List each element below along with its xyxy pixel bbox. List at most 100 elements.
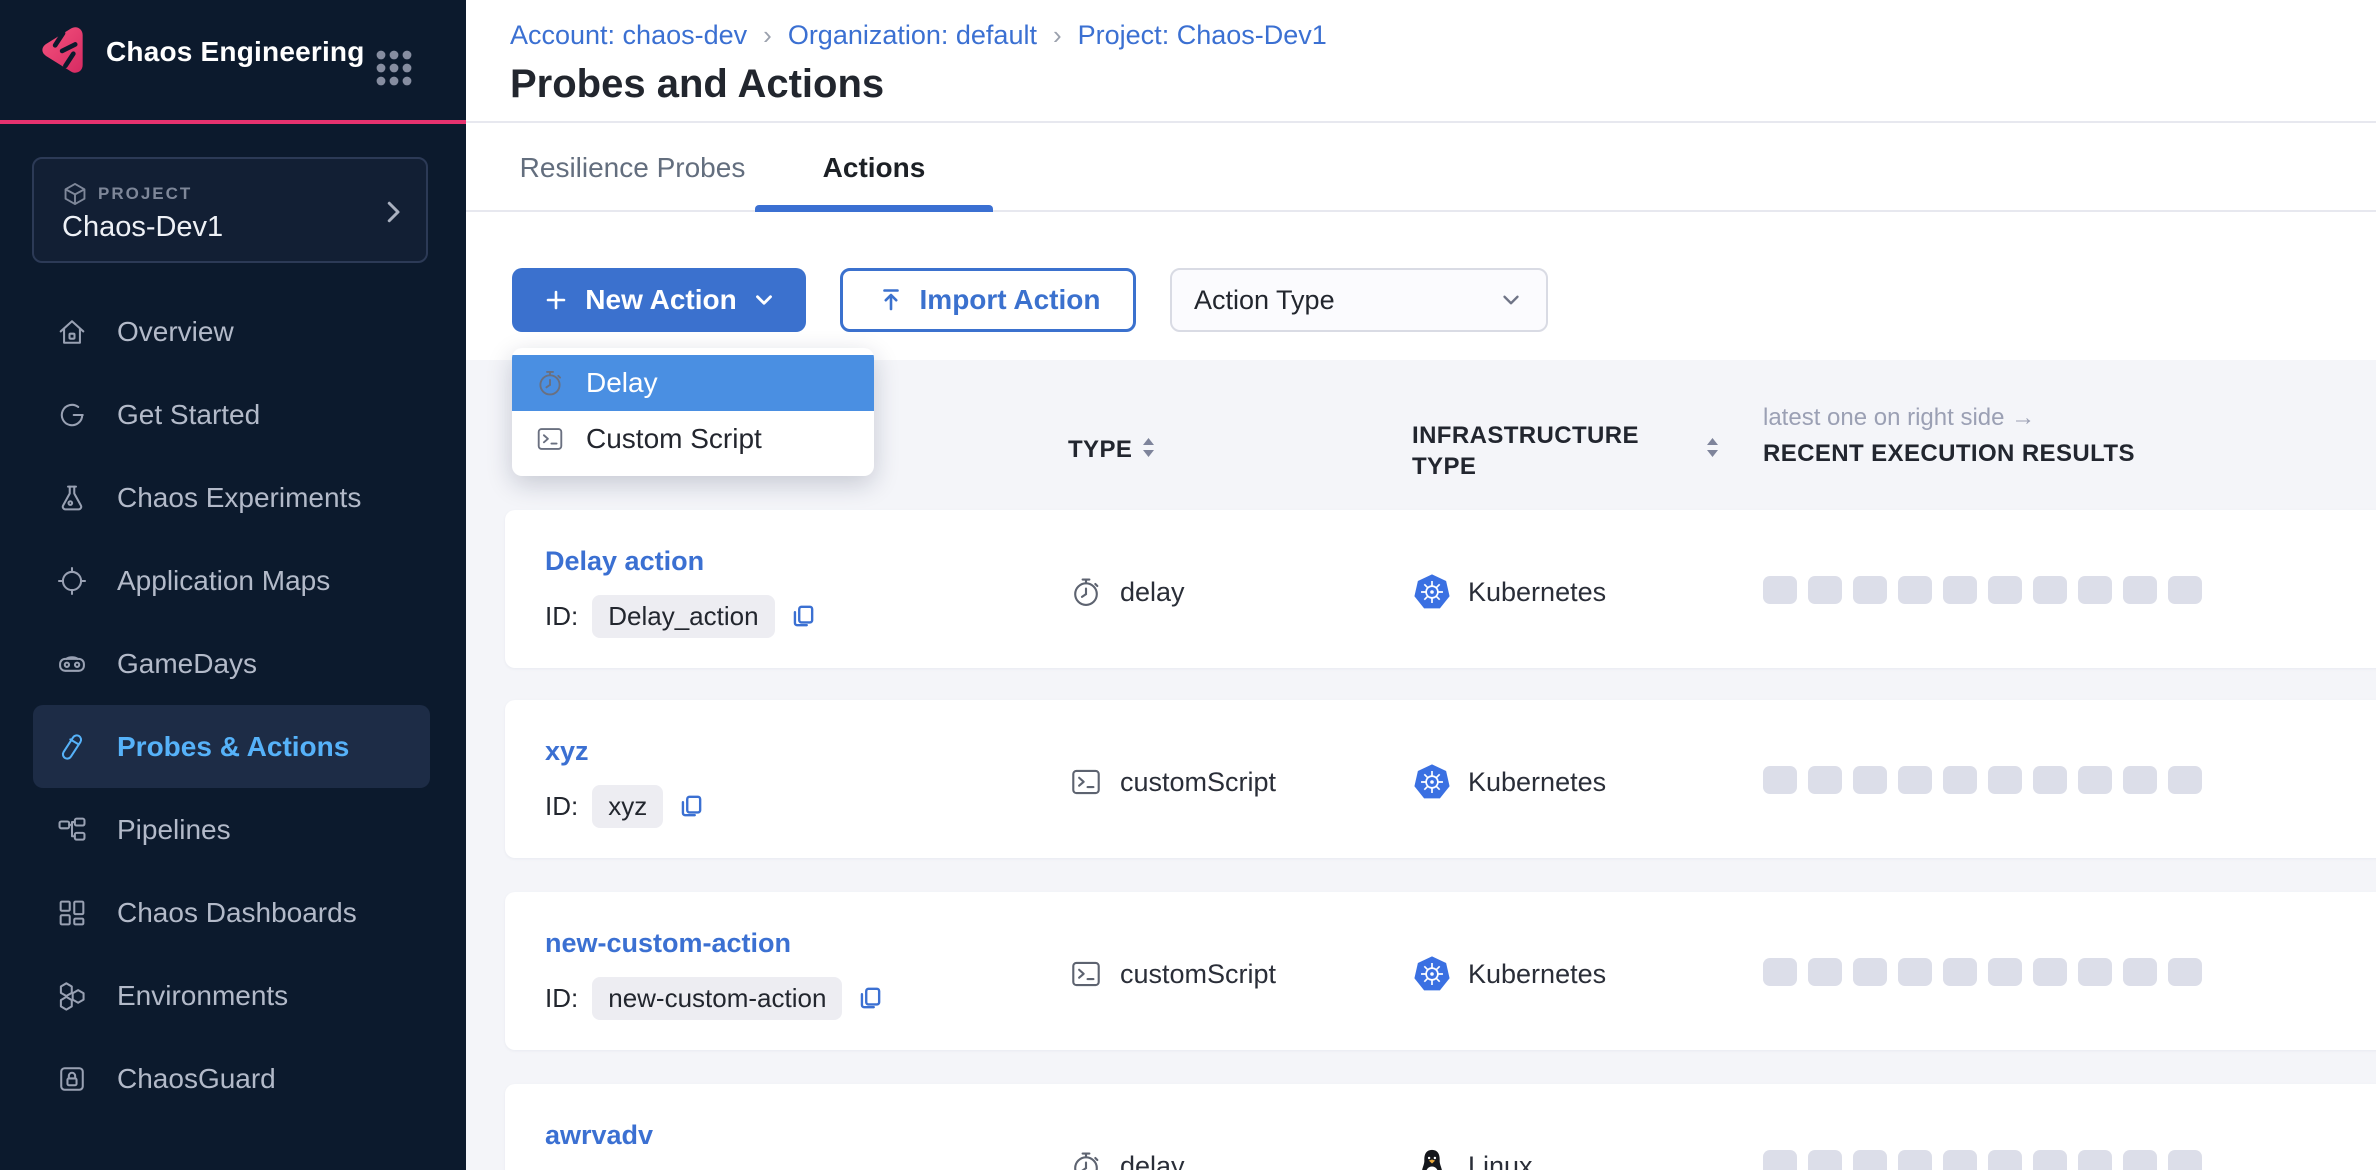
app-window: Chaos Engineering PROJECT Chaos-Dev1 (0, 0, 2376, 1170)
sidebar-item-chaos-experiments[interactable]: Chaos Experiments (33, 456, 430, 539)
chaos-logo-icon[interactable] (36, 22, 92, 78)
sidebar-item-probes-actions[interactable]: Probes & Actions (33, 705, 430, 788)
import-action-label: Import Action (920, 284, 1101, 316)
tab-resilience-probes[interactable]: Resilience Probes (510, 125, 755, 210)
type-cell: delay (1068, 570, 1185, 614)
test-tube-icon (55, 730, 89, 764)
sidebar-item-gamedays[interactable]: GameDays (33, 622, 430, 705)
gamepad-icon (55, 647, 89, 681)
sidebar-item-environments[interactable]: Environments (33, 954, 430, 1037)
dashboards-icon (55, 896, 89, 930)
sidebar-header: Chaos Engineering (0, 0, 466, 120)
page-header: Account: chaos-dev›Organization: default… (466, 0, 2376, 123)
action-id-value: new-custom-action (592, 977, 842, 1020)
action-name-link[interactable]: Delay action (545, 546, 704, 577)
sidebar-item-label: Chaos Experiments (117, 482, 361, 514)
chevron-right-icon (378, 197, 408, 227)
execution-result-placeholder (2123, 576, 2157, 604)
breadcrumb-link[interactable]: Organization: default (788, 20, 1037, 51)
type-value: customScript (1120, 959, 1276, 990)
infrastructure-cell: Kubernetes (1412, 570, 1606, 614)
id-label: ID: (545, 983, 578, 1014)
project-name: Chaos-Dev1 (62, 211, 223, 244)
dropdown-item-label: Delay (586, 367, 658, 399)
cube-icon (62, 181, 88, 207)
copy-icon[interactable] (856, 984, 884, 1012)
infrastructure-value: Kubernetes (1468, 959, 1606, 990)
kubernetes-icon (1412, 572, 1452, 612)
copy-icon[interactable] (789, 602, 817, 630)
sidebar-item-get-started[interactable]: Get Started (33, 373, 430, 456)
target-icon (55, 564, 89, 598)
execution-result-placeholder (1808, 1150, 1842, 1170)
module-grid-icon[interactable] (374, 48, 414, 88)
execution-result-placeholder (2078, 576, 2112, 604)
execution-result-placeholder (1898, 958, 1932, 986)
dropdown-item-label: Custom Script (586, 423, 762, 455)
action-type-value: Action Type (1194, 285, 1335, 316)
results-note: latest one on right side → (1763, 404, 2035, 432)
sidebar-item-label: Get Started (117, 399, 260, 431)
execution-result-placeholder (2033, 576, 2067, 604)
toolbar: New Action Import Action Action Type (466, 214, 2376, 360)
action-name-link[interactable]: new-custom-action (545, 928, 791, 959)
terminal-icon (534, 423, 566, 455)
kubernetes-icon (1412, 762, 1452, 802)
chevron-down-icon (1498, 287, 1524, 313)
execution-result-placeholder (1943, 766, 1977, 794)
sidebar-item-chaos-dashboards[interactable]: Chaos Dashboards (33, 871, 430, 954)
project-label: PROJECT (98, 184, 192, 204)
terminal-icon (1068, 956, 1104, 992)
stopwatch-icon (534, 367, 566, 399)
action-type-select[interactable]: Action Type (1170, 268, 1548, 332)
new-action-dropdown: Delay Custom Script (512, 348, 874, 476)
column-header-infrastructure: INFRASTRUCTURE TYPE (1412, 420, 1639, 482)
copy-icon[interactable] (677, 792, 705, 820)
sidebar-item-label: Probes & Actions (117, 731, 349, 763)
action-row: new-custom-action ID: new-custom-action cus… (505, 892, 2376, 1050)
breadcrumb-link[interactable]: Account: chaos-dev (510, 20, 747, 51)
execution-result-placeholder (1853, 958, 1887, 986)
id-label: ID: (545, 601, 578, 632)
execution-result-placeholder (1898, 576, 1932, 604)
project-selector[interactable]: PROJECT Chaos-Dev1 (32, 157, 428, 263)
action-name-link[interactable]: xyz (545, 736, 589, 767)
type-value: delay (1120, 1151, 1185, 1170)
home-icon (55, 315, 89, 349)
sidebar-item-application-maps[interactable]: Application Maps (33, 539, 430, 622)
execution-result-placeholder (2168, 958, 2202, 986)
sidebar-item-pipelines[interactable]: Pipelines (33, 788, 430, 871)
linux-icon (1412, 1146, 1452, 1170)
sidebar-item-label: Pipelines (117, 814, 231, 846)
sidebar-item-label: ChaosGuard (117, 1063, 276, 1095)
action-id-row: ID: new-custom-action (545, 976, 884, 1020)
execution-result-placeholder (2123, 1150, 2157, 1170)
execution-result-placeholder (1988, 958, 2022, 986)
breadcrumb-link[interactable]: Project: Chaos-Dev1 (1078, 20, 1327, 51)
execution-result-placeholder (1943, 576, 1977, 604)
execution-result-placeholder (1853, 576, 1887, 604)
execution-result-placeholder (2033, 1150, 2067, 1170)
tab-actions[interactable]: Actions (755, 125, 993, 210)
action-id-row: ID: Delay_action (545, 594, 817, 638)
terminal-icon (1068, 764, 1104, 800)
action-row: Delay action ID: Delay_action delay Kubernet… (505, 510, 2376, 668)
execution-result-placeholder (2168, 766, 2202, 794)
dropdown-item-delay[interactable]: Delay (512, 355, 874, 411)
plus-icon (541, 285, 571, 315)
execution-result-placeholder (2078, 766, 2112, 794)
sidebar-item-label: Environments (117, 980, 288, 1012)
sort-icon[interactable] (1706, 437, 1719, 458)
action-id-value: Delay_action (592, 595, 774, 638)
sidebar-item-chaosguard[interactable]: ChaosGuard (33, 1037, 430, 1120)
new-action-button[interactable]: New Action (512, 268, 806, 332)
sort-icon[interactable] (1142, 437, 1155, 458)
type-value: customScript (1120, 767, 1276, 798)
import-action-button[interactable]: Import Action (840, 268, 1136, 332)
sidebar-item-label: GameDays (117, 648, 257, 680)
id-label: ID: (545, 791, 578, 822)
accent-divider (0, 120, 466, 124)
sidebar-item-overview[interactable]: Overview (33, 290, 430, 373)
dropdown-item-custom-script[interactable]: Custom Script (512, 411, 874, 467)
action-name-link[interactable]: awrvadv (545, 1120, 653, 1151)
